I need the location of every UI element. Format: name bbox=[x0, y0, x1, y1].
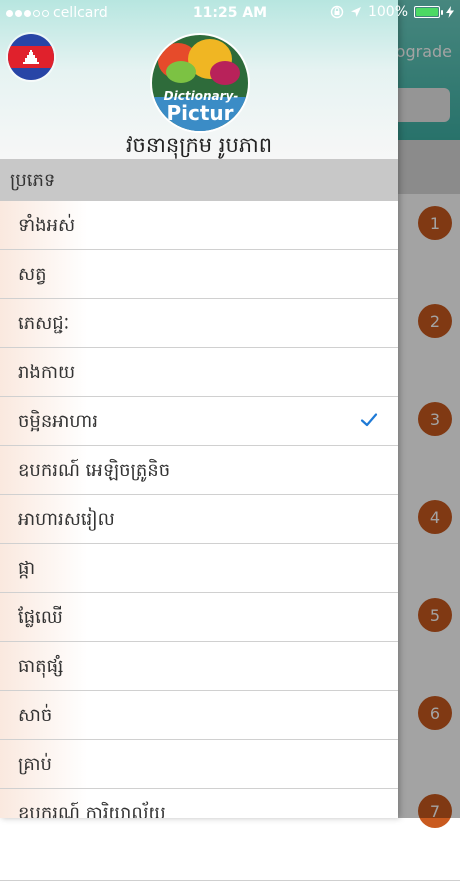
status-bar: cellcard 11:25 AM 100% bbox=[0, 0, 460, 26]
checkmark-icon bbox=[360, 413, 378, 427]
menu-item-label: ផ្លែឈើ bbox=[18, 607, 63, 628]
side-drawer: Dictionary- Pictur វចនានុក្រម រូបភាព ប្រ… bbox=[0, 0, 398, 818]
menu-item[interactable]: អាហារសរៀល bbox=[0, 495, 398, 544]
menu-item[interactable]: សាច់ bbox=[0, 691, 398, 740]
menu-item-label: ទាំងអស់ bbox=[18, 215, 76, 236]
menu-item-selected[interactable]: ចម្អិនអាហារ bbox=[0, 397, 398, 446]
menu-item[interactable]: ទាំងអស់ bbox=[0, 201, 398, 250]
section-label: ប្រភេទ bbox=[10, 170, 56, 191]
menu-item-label: ផ្កា bbox=[18, 558, 36, 579]
menu-item-label: គ្រាប់ bbox=[18, 754, 52, 775]
charging-bolt-icon bbox=[446, 6, 454, 18]
menu-item-label: អាហារសរៀល bbox=[18, 509, 115, 530]
menu-item[interactable]: ធាតុផ្សំ bbox=[0, 642, 398, 691]
menu-item[interactable]: សត្វ bbox=[0, 250, 398, 299]
menu-item-label: ភេសជ្ជៈ bbox=[18, 313, 70, 334]
rotation-lock-icon bbox=[330, 5, 344, 19]
location-arrow-icon bbox=[350, 7, 361, 17]
menu-item[interactable]: គ្រាប់ bbox=[0, 740, 398, 789]
menu-item-label: សាច់ bbox=[18, 705, 53, 726]
menu-item-label: រាងកាយ bbox=[18, 362, 76, 383]
menu-item-label: ឧបករណ៍ ការិយាល័យ bbox=[18, 803, 166, 818]
menu-item-label: ធាតុផ្សំ bbox=[18, 656, 64, 677]
battery-percent: 100% bbox=[367, 4, 408, 20]
temple-icon bbox=[23, 50, 39, 64]
status-right: 100% bbox=[330, 4, 454, 20]
section-header: ប្រភេទ bbox=[0, 159, 398, 201]
menu-item-label: សត្វ bbox=[18, 264, 47, 285]
logo-text-bottom: Pictur bbox=[166, 101, 234, 125]
category-menu: ទាំងអស់ សត្វ ភេសជ្ជៈ រាងកាយ ចម្អិនអាហារ … bbox=[0, 201, 398, 818]
menu-item[interactable]: រាងកាយ bbox=[0, 348, 398, 397]
menu-item-label: ឧបករណ៍ អេឡិចត្រូនិច bbox=[18, 460, 171, 481]
menu-item[interactable]: ឧបករណ៍ អេឡិចត្រូនិច bbox=[0, 446, 398, 495]
menu-item[interactable]: ផ្លែឈើ bbox=[0, 593, 398, 642]
menu-item[interactable]: ឧបករណ៍ ការិយាល័យ bbox=[0, 789, 398, 818]
menu-item[interactable]: ភេសជ្ជៈ bbox=[0, 299, 398, 348]
cambodia-flag-icon[interactable] bbox=[8, 34, 54, 80]
menu-item[interactable]: ផ្កា bbox=[0, 544, 398, 593]
app-logo: Dictionary- Pictur bbox=[150, 33, 250, 133]
menu-item-label: ចម្អិនអាហារ bbox=[18, 411, 98, 432]
battery-icon bbox=[414, 6, 443, 18]
